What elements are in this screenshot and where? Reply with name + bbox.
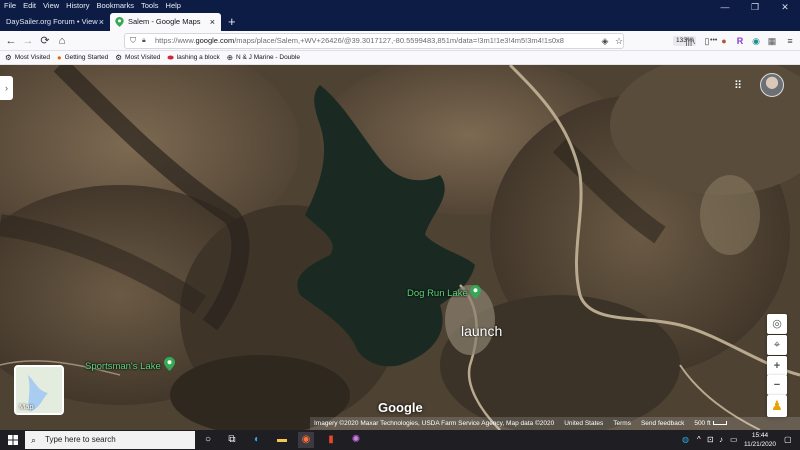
extension-icon[interactable]: ▦ (765, 33, 779, 49)
scale-indicator[interactable]: 500 ft (694, 420, 727, 427)
notification-center-icon[interactable]: ▢ (784, 433, 792, 447)
account-avatar[interactable] (760, 73, 784, 97)
bookmark-most-visited-2[interactable]: ⚙ Most Visited (115, 53, 160, 62)
menu-edit[interactable]: Edit (23, 0, 36, 12)
pocket-icon[interactable]: ◈ (598, 33, 612, 49)
my-location-icon[interactable]: ⌖ (767, 335, 787, 355)
window-controls: — ❐ ✕ (710, 0, 800, 14)
google-logo: Google (378, 400, 423, 415)
collapse-side-panel-button[interactable]: › (0, 76, 13, 100)
menu-file[interactable]: File (4, 0, 16, 12)
photos-app-icon[interactable]: ✺ (348, 432, 364, 448)
new-tab-button[interactable]: + (228, 14, 236, 30)
firefox-icon[interactable]: ◉ (298, 432, 314, 448)
file-explorer-icon[interactable]: ▬ (274, 432, 290, 448)
satellite-map[interactable]: › ⠿ Dog Run Lake Sportsman's Lake launch… (0, 65, 800, 430)
menu-history[interactable]: History (66, 0, 89, 12)
tab-close-icon[interactable]: × (99, 13, 104, 31)
close-window-button[interactable]: ✕ (770, 0, 800, 14)
launch-annotation: launch (461, 323, 503, 339)
menu-bar: File Edit View History Bookmarks Tools H… (0, 0, 181, 12)
layers-icon[interactable]: ◎ (767, 314, 787, 334)
bookmarks-toolbar: ⚙ Most Visited ● Getting Started ⚙ Most Vis… (0, 51, 800, 65)
task-view-icon[interactable]: ⧉ (224, 432, 240, 448)
search-icon: ⌕ (31, 435, 37, 445)
account-icon[interactable]: ● (717, 33, 731, 49)
taskbar-search-input[interactable]: ⌕ Type here to search (25, 431, 195, 449)
menu-bookmarks[interactable]: Bookmarks (97, 0, 135, 12)
place-label-sportsmans-lake[interactable]: Sportsman's Lake (85, 361, 161, 372)
tray-overflow-icon[interactable]: ^ (697, 433, 701, 447)
office-icon[interactable]: ▮ (323, 432, 339, 448)
reload-button[interactable]: ⟳ (37, 33, 53, 49)
extension-icon[interactable]: ◉ (749, 33, 763, 49)
browser-titlebar: File Edit View History Bookmarks Tools H… (0, 0, 800, 44)
battery-icon[interactable]: ▭ (730, 433, 738, 447)
globe-icon: ⊕ (226, 53, 234, 62)
library-icon[interactable]: |||\ (683, 33, 697, 49)
lock-icon[interactable]: 🔒︎ (142, 34, 146, 48)
people-icon[interactable]: ◍ (682, 433, 689, 447)
cortana-icon[interactable]: ○ (200, 432, 216, 448)
region-link[interactable]: United States (564, 420, 603, 427)
volume-icon[interactable]: ♪ (719, 433, 723, 447)
satellite-imagery (0, 65, 800, 430)
forward-button[interactable]: → (20, 33, 36, 49)
bookmark-favicon-icon: ⬬ (167, 52, 174, 62)
navigation-toolbar: ← → ⟳ ⌂ ⛉ 🔒︎ https://www.google.com/maps… (0, 31, 800, 51)
maximize-button[interactable]: ❐ (740, 0, 770, 14)
google-apps-icon[interactable]: ⠿ (734, 79, 748, 93)
tab-close-icon[interactable]: × (210, 13, 215, 31)
map-pin-icon[interactable] (164, 357, 175, 371)
back-button[interactable]: ← (3, 33, 19, 49)
search-placeholder: Type here to search (45, 435, 116, 444)
bookmark-nj-marine[interactable]: ⊕ N & J Marine - Double (227, 53, 300, 62)
clock-time: 15:44 (751, 432, 769, 439)
network-icon[interactable]: ⊡ (707, 433, 714, 447)
zoom-out-button[interactable]: − (767, 375, 787, 395)
address-bar[interactable]: ⛉ 🔒︎ https://www.google.com/maps/place/S… (124, 33, 717, 49)
bookmark-most-visited[interactable]: ⚙ Most Visited (5, 53, 50, 62)
map-attribution-bar: Imagery ©2020 Maxar Technologies, USDA F… (310, 417, 800, 430)
tab-daysailer[interactable]: DaySailer.org Forum • View topic × (0, 13, 110, 44)
menu-help[interactable]: Help (166, 0, 181, 12)
google-maps-favicon-icon (115, 17, 124, 27)
system-clock[interactable]: 15:44 11/21/2020 (740, 431, 780, 449)
firefox-icon: ● (57, 53, 62, 62)
sidebar-icon[interactable]: ▯ (700, 33, 714, 49)
bookmark-star-icon[interactable]: ☆ (612, 33, 626, 49)
bookmark-lashing-a-block[interactable]: ⬬ lashing a block (167, 53, 219, 63)
menu-view[interactable]: View (43, 0, 59, 12)
reader-extension-icon[interactable]: R (733, 33, 747, 49)
hamburger-menu-icon[interactable]: ≡ (783, 33, 797, 49)
tab-google-maps[interactable]: Salem - Google Maps × (110, 13, 221, 31)
windows-start-icon[interactable] (8, 435, 18, 445)
shield-icon[interactable]: ⛉ (130, 34, 136, 48)
bookmark-getting-started[interactable]: ● Getting Started (57, 53, 108, 62)
edge-icon[interactable]: ◐ (249, 432, 265, 448)
imagery-attribution: Imagery ©2020 Maxar Technologies, USDA F… (314, 420, 555, 427)
minimap-label: Map (19, 402, 34, 411)
gear-icon: ⚙ (5, 53, 12, 62)
url-text[interactable]: https://www.google.com/maps/place/Salem,… (155, 34, 575, 48)
terms-link[interactable]: Terms (613, 420, 631, 427)
gear-icon: ⚙ (115, 53, 123, 62)
home-button[interactable]: ⌂ (54, 33, 70, 49)
windows-taskbar: ⌕ Type here to search ○ ⧉ ◐ ▬ ◉ ▮ ✺ ◍ ^ … (0, 430, 800, 450)
menu-tools[interactable]: Tools (141, 0, 159, 12)
pegman-icon[interactable]: ♟ (767, 395, 787, 417)
place-label-dog-run-lake[interactable]: Dog Run Lake (407, 288, 468, 299)
map-pin-icon[interactable] (470, 285, 481, 299)
clock-date: 11/21/2020 (743, 441, 777, 448)
map-type-toggle[interactable]: Map (14, 365, 64, 415)
send-feedback-link[interactable]: Send feedback (641, 420, 684, 427)
tab-label: Salem - Google Maps (128, 17, 201, 26)
zoom-in-button[interactable]: + (767, 356, 787, 376)
minimize-button[interactable]: — (710, 0, 740, 14)
